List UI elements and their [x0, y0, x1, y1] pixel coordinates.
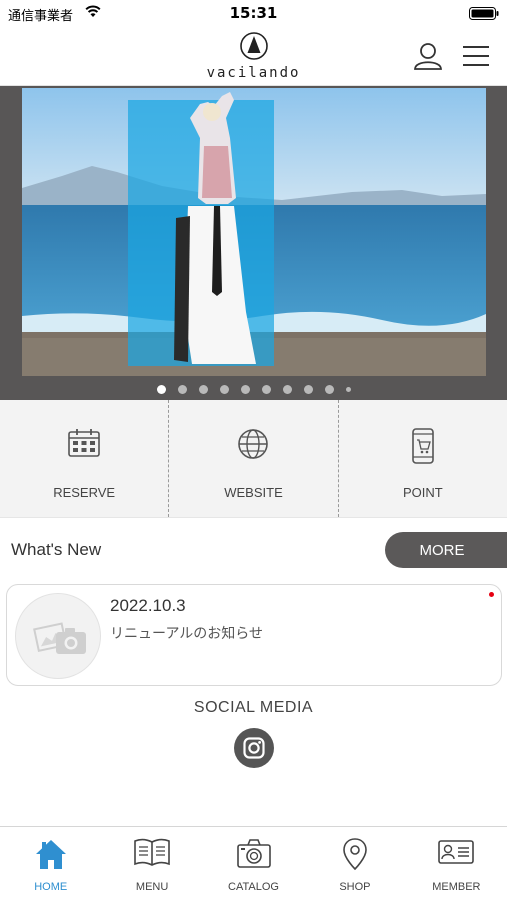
- more-button[interactable]: MORE: [385, 532, 507, 568]
- instagram-button[interactable]: [234, 728, 274, 768]
- slide-dot[interactable]: [156, 384, 166, 394]
- bottom-tab-bar: HOME MENU CATALOG SHOP MEMBER: [0, 826, 507, 900]
- tab-menu-label: MENU: [135, 881, 169, 893]
- website-link[interactable]: WEBSITE: [168, 400, 337, 517]
- news-thumbnail: [15, 593, 101, 679]
- quick-links: RESERVE WEBSITE POINT: [0, 400, 507, 518]
- news-headline: リニューアルのお知らせ: [110, 626, 264, 642]
- tab-member-label: MEMBER: [432, 881, 481, 893]
- point-label: POINT: [402, 485, 443, 500]
- book-icon: [134, 838, 170, 866]
- reserve-link[interactable]: RESERVE: [0, 400, 168, 517]
- slide-dot[interactable]: [177, 384, 187, 394]
- news-item[interactable]: 2022.10.3 リニューアルのお知らせ: [6, 584, 502, 686]
- website-label: WEBSITE: [224, 485, 283, 500]
- tab-catalog-label: CATALOG: [228, 881, 279, 893]
- phone-cart-icon: [412, 428, 434, 464]
- tab-menu[interactable]: MENU: [101, 827, 202, 900]
- tab-catalog[interactable]: CATALOG: [203, 827, 304, 900]
- camera-icon: [236, 839, 271, 868]
- tab-home[interactable]: HOME: [0, 827, 101, 900]
- tab-shop-label: SHOP: [339, 881, 371, 893]
- reserve-label: RESERVE: [53, 485, 116, 500]
- whats-new-title: What's New: [11, 540, 102, 559]
- id-card-icon: [438, 840, 475, 864]
- status-bar: 通信事業者 15:31: [0, 0, 507, 28]
- calendar-icon: [68, 429, 100, 457]
- slide-dot[interactable]: [345, 386, 351, 392]
- news-date: 2022.10.3: [110, 596, 186, 615]
- hero-image: [22, 88, 486, 376]
- slide-dot[interactable]: [219, 384, 229, 394]
- app-header: vacilando: [0, 28, 507, 86]
- user-icon[interactable]: [412, 40, 444, 72]
- unread-indicator: [489, 592, 494, 597]
- globe-icon: [238, 429, 269, 459]
- slide-dot[interactable]: [261, 384, 271, 394]
- instagram-icon: [243, 737, 265, 759]
- hamburger-menu-icon[interactable]: [462, 44, 490, 68]
- slide-dot[interactable]: [282, 384, 292, 394]
- hero-slider[interactable]: [0, 86, 507, 400]
- map-pin-icon: [343, 838, 367, 871]
- tab-member[interactable]: MEMBER: [406, 827, 507, 900]
- slide-dot[interactable]: [198, 384, 208, 394]
- social-media-title: SOCIAL MEDIA: [193, 699, 314, 716]
- home-icon: [35, 840, 66, 869]
- tab-shop[interactable]: SHOP: [304, 827, 405, 900]
- slide-dot[interactable]: [240, 384, 250, 394]
- point-link[interactable]: POINT: [337, 400, 507, 517]
- photo-placeholder-icon: [33, 622, 86, 654]
- slide-dot[interactable]: [303, 384, 313, 394]
- slide-indicator[interactable]: [0, 382, 507, 396]
- status-time: 15:31: [229, 4, 278, 22]
- tab-home-label: HOME: [34, 881, 68, 893]
- brand-logo-icon: [240, 32, 268, 60]
- slide-dot[interactable]: [324, 384, 334, 394]
- battery-icon: [469, 7, 499, 20]
